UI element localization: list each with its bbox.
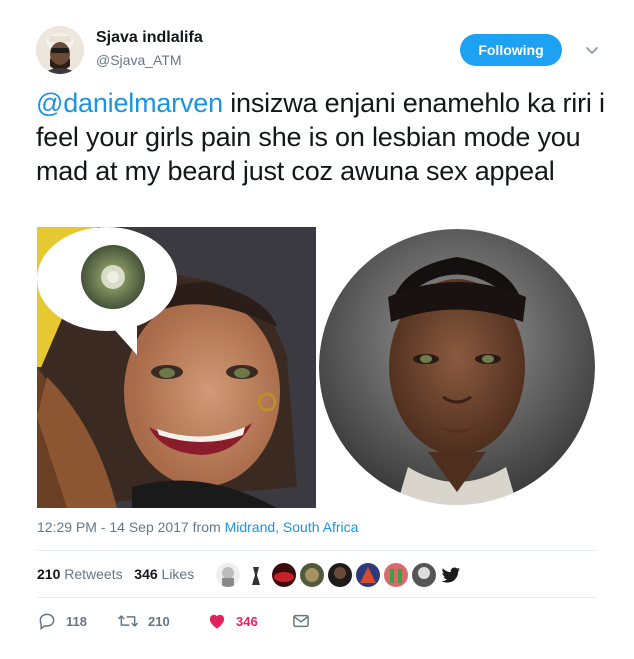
- tweet-text: @danielmarven insizwa enjani enamehlo ka…: [36, 86, 606, 188]
- chevron-down-icon[interactable]: [582, 40, 602, 60]
- divider: [37, 597, 597, 598]
- liker-avatar[interactable]: [384, 563, 408, 587]
- like-button[interactable]: 346: [207, 611, 291, 631]
- like-count: 346: [236, 613, 258, 629]
- heart-icon: [209, 614, 225, 629]
- liker-avatar[interactable]: [328, 563, 352, 587]
- reply-icon: [39, 613, 55, 630]
- liker-avatar[interactable]: [216, 563, 240, 587]
- reply-count: 118: [66, 613, 87, 629]
- retweets-stat[interactable]: 210 Retweets: [37, 566, 123, 582]
- twitter-bird-icon[interactable]: [440, 564, 462, 586]
- mention-link[interactable]: @danielmarven: [36, 88, 223, 118]
- tweet-photo-right[interactable]: [318, 227, 597, 508]
- from-label: from: [192, 519, 221, 535]
- user-handle[interactable]: @Sjava_ATM: [96, 52, 182, 68]
- liker-avatar[interactable]: [244, 563, 268, 587]
- reply-button[interactable]: 118: [37, 611, 117, 631]
- display-name[interactable]: Sjava indlalifa: [96, 29, 203, 47]
- following-button[interactable]: Following: [460, 34, 562, 66]
- tweet-stats: 210 Retweets 346 Likes: [37, 566, 194, 582]
- tweet-header: Sjava indlalifa @Sjava_ATM Following: [36, 26, 606, 76]
- tweet-photo-left[interactable]: [37, 227, 316, 508]
- tweet-time[interactable]: 12:29 PM - 14 Sep 2017: [37, 519, 189, 535]
- retweet-icon: [118, 615, 138, 627]
- liker-avatar[interactable]: [300, 563, 324, 587]
- tweet-actions: 118 210 346: [37, 609, 311, 633]
- liker-avatar[interactable]: [272, 563, 296, 587]
- liker-avatars: [216, 562, 462, 588]
- liker-avatar[interactable]: [412, 563, 436, 587]
- location-link[interactable]: Midrand, South Africa: [225, 519, 359, 535]
- divider: [37, 550, 597, 551]
- direct-message-button[interactable]: [291, 611, 311, 631]
- tweet-timestamp-line: 12:29 PM - 14 Sep 2017 from Midrand, Sou…: [37, 519, 358, 535]
- liker-avatar[interactable]: [356, 563, 380, 587]
- avatar[interactable]: [36, 26, 84, 74]
- retweet-count: 210: [148, 613, 170, 629]
- retweet-button[interactable]: 210: [117, 611, 207, 631]
- message-icon: [293, 614, 309, 628]
- likes-stat[interactable]: 346 Likes: [134, 566, 194, 582]
